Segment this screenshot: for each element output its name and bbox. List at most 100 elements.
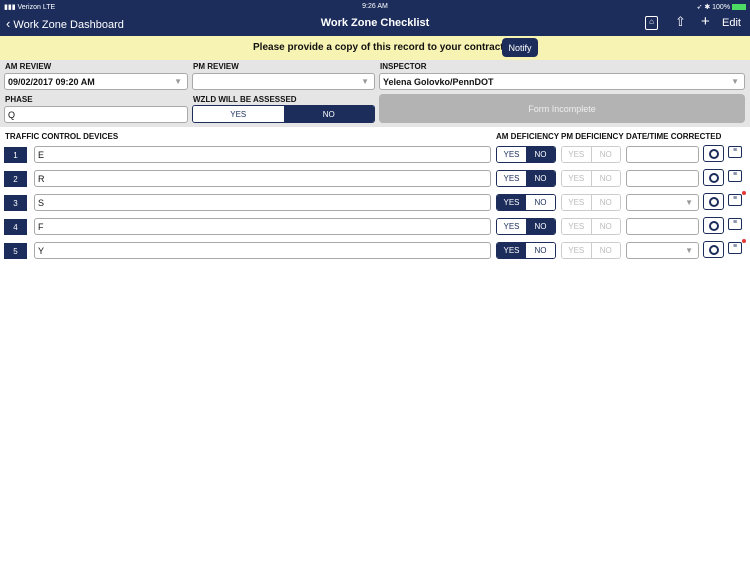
comment-icon[interactable]: ≡ (728, 146, 742, 158)
pm-review-label: PM REVIEW (193, 62, 239, 71)
comment-icon[interactable]: ≡ (728, 194, 742, 206)
wzld-no-option[interactable]: NO (283, 106, 374, 122)
pm-no-option[interactable]: NO (590, 219, 620, 234)
am-deficiency-toggle[interactable]: YES NO (496, 218, 556, 235)
dropdown-arrow-icon: ▼ (174, 77, 182, 86)
camera-icon[interactable] (703, 169, 724, 186)
wzld-yes-option[interactable]: YES (193, 106, 284, 122)
wzld-label: WZLD WILL BE ASSESSED (193, 95, 297, 104)
pm-yes-option[interactable]: YES (562, 243, 591, 258)
device-input[interactable]: S (34, 194, 491, 211)
pm-deficiency-toggle[interactable]: YES NO (561, 242, 621, 259)
pm-yes-option[interactable]: YES (562, 147, 591, 162)
device-value: R (38, 173, 45, 184)
dropdown-arrow-icon: ▼ (731, 77, 739, 86)
battery: ➶ ✱ 100% (697, 3, 746, 11)
am-review-label: AM REVIEW (5, 62, 52, 71)
am-yes-option[interactable]: YES (497, 219, 526, 234)
inspector-dropdown[interactable]: Yelena Golovko/PennDOT ▼ (379, 73, 745, 90)
device-value: Y (38, 245, 45, 256)
dropdown-arrow-icon: ▼ (685, 198, 693, 207)
device-input[interactable]: F (34, 218, 491, 235)
device-value: F (38, 221, 44, 232)
date-corrected-field[interactable]: ▼ (626, 242, 699, 259)
device-value: E (38, 149, 45, 160)
camera-icon[interactable] (703, 145, 724, 162)
camera-icon[interactable] (703, 241, 724, 258)
back-button[interactable]: ‹ Work Zone Dashboard (6, 16, 124, 31)
pm-yes-option[interactable]: YES (562, 195, 591, 210)
pm-no-option[interactable]: NO (590, 195, 620, 210)
device-input[interactable]: Y (34, 242, 491, 259)
pm-deficiency-toggle[interactable]: YES NO (561, 218, 621, 235)
comment-icon[interactable]: ≡ (728, 218, 742, 230)
pm-yes-option[interactable]: YES (562, 219, 591, 234)
pm-deficiency-toggle[interactable]: YES NO (561, 170, 621, 187)
notice-banner: Please provide a copy of this record to … (0, 36, 750, 60)
phase-input[interactable]: Q (4, 106, 188, 123)
house-document-icon[interactable]: ⌂ (645, 16, 658, 30)
am-no-option[interactable]: NO (526, 195, 555, 210)
pm-no-option[interactable]: NO (590, 171, 620, 186)
inspector-label: INSPECTOR (380, 62, 427, 71)
carrier: ▮▮▮ Verizon LTE (4, 4, 56, 11)
clock: 9:26 AM (362, 3, 388, 10)
am-review-dropdown[interactable]: 09/02/2017 09:20 AM ▼ (4, 73, 188, 90)
notify-button[interactable]: Notify (502, 38, 538, 57)
pm-yes-option[interactable]: YES (562, 171, 591, 186)
phase-label: PHASE (5, 95, 33, 104)
am-yes-option[interactable]: YES (497, 171, 526, 186)
am-no-option[interactable]: NO (526, 171, 555, 186)
pm-deficiency-toggle[interactable]: YES NO (561, 194, 621, 211)
inspector-value: Yelena Golovko/PennDOT (383, 76, 494, 87)
comment-flag-icon (742, 239, 746, 243)
chevron-left-icon: ‹ (6, 16, 11, 31)
date-corrected-field[interactable]: ▼ (626, 194, 699, 211)
row-number: 4 (4, 219, 27, 235)
device-value: S (38, 197, 45, 208)
share-icon[interactable]: ⇧ (675, 14, 686, 30)
dropdown-arrow-icon: ▼ (361, 77, 369, 86)
dropdown-arrow-icon: ▼ (685, 246, 693, 255)
date-corrected-field[interactable] (626, 146, 699, 163)
review-form: AM REVIEW 09/02/2017 09:20 AM ▼ PM REVIEW… (0, 60, 750, 127)
am-no-option[interactable]: NO (526, 243, 555, 258)
comment-icon[interactable]: ≡ (728, 242, 742, 254)
comment-icon[interactable]: ≡ (728, 170, 742, 182)
network: LTE (42, 4, 56, 11)
battery-level: 100% (712, 4, 731, 11)
date-corrected-field[interactable] (626, 218, 699, 235)
wzld-toggle[interactable]: YES NO (192, 105, 375, 123)
am-yes-option[interactable]: YES (497, 243, 526, 258)
pm-no-option[interactable]: NO (590, 147, 620, 162)
am-no-option[interactable]: NO (526, 219, 555, 234)
devices-header: TRAFFIC CONTROL DEVICES (5, 132, 119, 141)
nav-bar: ▮▮▮ Verizon LTE 9:26 AM ➶ ✱ 100% ‹ Work … (0, 0, 750, 36)
am-deficiency-toggle[interactable]: YES NO (496, 170, 556, 187)
banner-message: Please provide a copy of this record to … (253, 42, 516, 53)
pm-no-option[interactable]: NO (590, 243, 620, 258)
plus-icon[interactable]: + (701, 13, 710, 30)
carrier-name: Verizon (17, 4, 41, 11)
am-deficiency-toggle[interactable]: YES NO (496, 194, 556, 211)
device-input[interactable]: E (34, 146, 491, 163)
pm-review-dropdown[interactable]: ▼ (192, 73, 375, 90)
am-yes-option[interactable]: YES (497, 195, 526, 210)
camera-icon[interactable] (703, 217, 724, 234)
date-corrected-header: DATE/TIME CORRECTED (626, 132, 722, 141)
row-number: 1 (4, 147, 27, 163)
row-number: 5 (4, 243, 27, 259)
form-status-button[interactable]: Form Incomplete (379, 94, 745, 123)
device-input[interactable]: R (34, 170, 491, 187)
am-deficiency-toggle[interactable]: YES NO (496, 146, 556, 163)
edit-button[interactable]: Edit (722, 17, 741, 29)
camera-icon[interactable] (703, 193, 724, 210)
am-deficiency-header: AM DEFICIENCY (496, 132, 560, 141)
pm-deficiency-toggle[interactable]: YES NO (561, 146, 621, 163)
date-corrected-field[interactable] (626, 170, 699, 187)
am-deficiency-toggle[interactable]: YES NO (496, 242, 556, 259)
row-number: 3 (4, 195, 27, 211)
row-number: 2 (4, 171, 27, 187)
am-yes-option[interactable]: YES (497, 147, 526, 162)
am-no-option[interactable]: NO (526, 147, 555, 162)
